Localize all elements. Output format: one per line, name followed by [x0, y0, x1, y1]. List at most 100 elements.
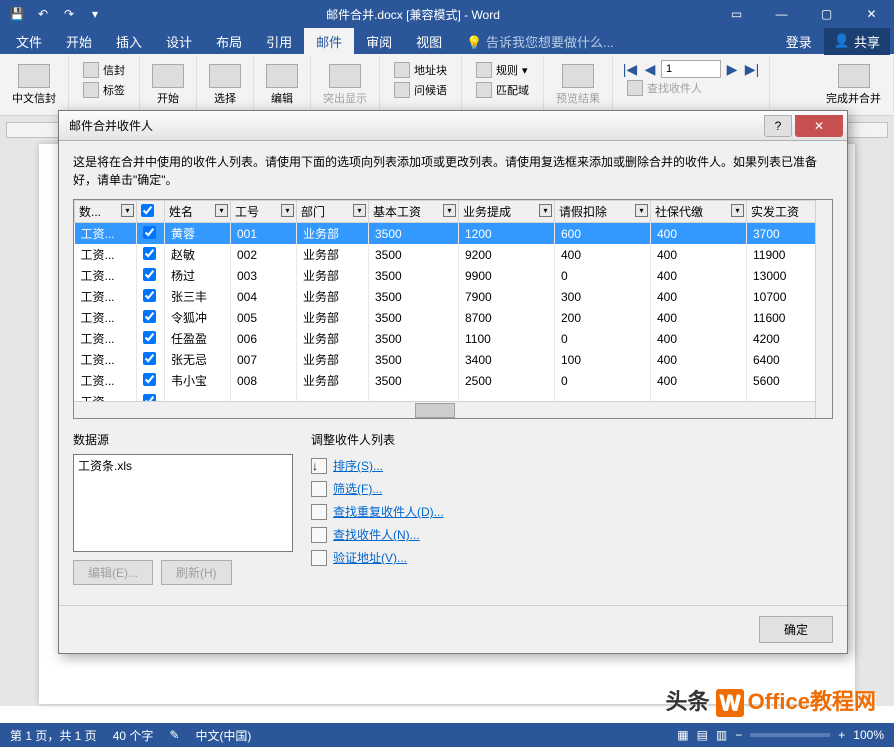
- word-count[interactable]: 40 个字: [113, 727, 154, 744]
- save-icon[interactable]: 💾: [8, 5, 26, 23]
- page-status[interactable]: 第 1 页，共 1 页: [10, 727, 97, 744]
- tab-file[interactable]: 文件: [4, 28, 54, 55]
- tab-insert[interactable]: 插入: [104, 28, 154, 55]
- start-merge-button[interactable]: 开始: [148, 62, 188, 108]
- table-row[interactable]: 工资...任盈盈006业务部3500110004004200: [75, 328, 832, 349]
- datasource-listbox[interactable]: 工资条.xls: [73, 454, 293, 552]
- chevron-down-icon[interactable]: ▾: [443, 204, 456, 217]
- share-button[interactable]: 👤共享: [824, 28, 890, 55]
- tab-design[interactable]: 设计: [154, 28, 204, 55]
- table-row[interactable]: 工资...张无忌007业务部350034001004006400: [75, 349, 832, 370]
- minimize-icon[interactable]: —: [759, 0, 804, 28]
- validate-link[interactable]: 验证地址(V)...: [311, 546, 833, 569]
- table-row[interactable]: 工资...令狐冲005业务部3500870020040011600: [75, 307, 832, 328]
- col-name[interactable]: 姓名▾: [165, 201, 231, 223]
- view-web-icon[interactable]: ▥: [716, 728, 727, 742]
- select-all-checkbox[interactable]: [141, 204, 154, 217]
- chevron-down-icon[interactable]: ▾: [353, 204, 366, 217]
- col-deduction[interactable]: 请假扣除▾: [555, 201, 651, 223]
- row-checkbox[interactable]: [143, 373, 156, 386]
- chevron-down-icon[interactable]: ▾: [121, 204, 134, 217]
- row-checkbox[interactable]: [143, 310, 156, 323]
- row-checkbox[interactable]: [143, 331, 156, 344]
- edit-button[interactable]: 编辑(E)...: [73, 560, 153, 585]
- filter-link[interactable]: 筛选(F)...: [311, 477, 833, 500]
- match-fields-button[interactable]: 匹配域: [470, 80, 535, 100]
- table-row[interactable]: 工资...黄蓉001业务部350012006004003700: [75, 223, 832, 245]
- col-source[interactable]: 数...▾: [75, 201, 137, 223]
- chevron-down-icon[interactable]: ▾: [635, 204, 648, 217]
- redo-icon[interactable]: ↷: [60, 5, 78, 23]
- sort-link[interactable]: ↓排序(S)...: [311, 454, 833, 477]
- tab-view[interactable]: 视图: [404, 28, 454, 55]
- undo-icon[interactable]: ↶: [34, 5, 52, 23]
- envelope-button[interactable]: 信封: [77, 60, 131, 80]
- col-insurance[interactable]: 社保代缴▾: [651, 201, 747, 223]
- row-checkbox[interactable]: [143, 352, 156, 365]
- view-print-icon[interactable]: ▦: [677, 728, 688, 742]
- tab-mailings[interactable]: 邮件: [304, 28, 354, 55]
- close-icon[interactable]: ✕: [849, 0, 894, 28]
- zoom-slider[interactable]: [750, 733, 830, 737]
- greeting-button[interactable]: 问候语: [388, 80, 453, 100]
- first-record-button[interactable]: |◀: [621, 60, 639, 78]
- prev-record-button[interactable]: ◀: [641, 60, 659, 78]
- find-recipient-button[interactable]: 查找收件人: [621, 78, 708, 98]
- maximize-icon[interactable]: ▢: [804, 0, 849, 28]
- edit-recipients-button[interactable]: 编辑: [262, 62, 302, 108]
- table-row[interactable]: 工资...韦小宝008业务部3500250004005600: [75, 370, 832, 391]
- last-record-button[interactable]: ▶|: [743, 60, 761, 78]
- login-link[interactable]: 登录: [774, 28, 824, 55]
- spell-check-icon[interactable]: ✎: [169, 728, 179, 742]
- ribbon-display-icon[interactable]: ▭: [714, 0, 759, 28]
- tell-me[interactable]: 💡 告诉我您想要做什么...: [454, 28, 626, 55]
- find-recipient-link[interactable]: 查找收件人(N)...: [311, 523, 833, 546]
- tab-home[interactable]: 开始: [54, 28, 104, 55]
- dialog-help-button[interactable]: ?: [764, 115, 792, 137]
- zoom-level[interactable]: 100%: [853, 728, 884, 742]
- view-read-icon[interactable]: ▤: [697, 728, 708, 742]
- preview-button[interactable]: 预览结果: [552, 62, 604, 108]
- chevron-down-icon[interactable]: ▾: [731, 204, 744, 217]
- record-number-input[interactable]: [661, 60, 721, 78]
- tab-layout[interactable]: 布局: [204, 28, 254, 55]
- tab-review[interactable]: 审阅: [354, 28, 404, 55]
- vertical-scrollbar[interactable]: [815, 200, 832, 418]
- qat-customize-icon[interactable]: ▾: [86, 5, 104, 23]
- tab-references[interactable]: 引用: [254, 28, 304, 55]
- next-record-button[interactable]: ▶: [723, 60, 741, 78]
- table-row[interactable]: 工资...张三丰004业务部3500790030040010700: [75, 286, 832, 307]
- col-dept[interactable]: 部门▾: [297, 201, 369, 223]
- cn-envelope-button[interactable]: 中文信封: [8, 62, 60, 108]
- horizontal-scrollbar[interactable]: [74, 401, 815, 418]
- scrollbar-thumb[interactable]: [415, 403, 455, 418]
- zoom-in-button[interactable]: +: [838, 728, 845, 742]
- rules-button[interactable]: 规则 ▾: [470, 60, 534, 80]
- chevron-down-icon[interactable]: ▾: [215, 204, 228, 217]
- chevron-down-icon[interactable]: ▾: [281, 204, 294, 217]
- labels-button[interactable]: 标签: [77, 80, 131, 100]
- select-recipients-button[interactable]: 选择: [205, 62, 245, 108]
- row-checkbox[interactable]: [143, 268, 156, 281]
- dialog-titlebar[interactable]: 邮件合并收件人 ? ✕: [59, 111, 847, 141]
- dialog-close-button[interactable]: ✕: [795, 115, 843, 137]
- row-checkbox[interactable]: [143, 289, 156, 302]
- col-id[interactable]: 工号▾: [231, 201, 297, 223]
- find-dupes-link[interactable]: 查找重复收件人(D)...: [311, 500, 833, 523]
- table-row[interactable]: 工资...杨过003业务部35009900040013000: [75, 265, 832, 286]
- ok-button[interactable]: 确定: [759, 616, 833, 643]
- language-status[interactable]: 中文(中国): [195, 727, 251, 744]
- col-commission[interactable]: 业务提成▾: [459, 201, 555, 223]
- row-checkbox[interactable]: [143, 247, 156, 260]
- zoom-out-button[interactable]: −: [735, 728, 742, 742]
- address-block-button[interactable]: 地址块: [388, 60, 453, 80]
- datasource-item[interactable]: 工资条.xls: [78, 457, 288, 474]
- col-base[interactable]: 基本工资▾: [369, 201, 459, 223]
- refresh-button[interactable]: 刷新(H): [161, 560, 232, 585]
- table-row[interactable]: 工资...赵敏002业务部3500920040040011900: [75, 244, 832, 265]
- col-check[interactable]: [137, 201, 165, 223]
- finish-merge-button[interactable]: 完成并合并: [822, 62, 885, 108]
- chevron-down-icon[interactable]: ▾: [539, 204, 552, 217]
- highlight-button[interactable]: 突出显示: [319, 62, 371, 108]
- row-checkbox[interactable]: [143, 226, 156, 239]
